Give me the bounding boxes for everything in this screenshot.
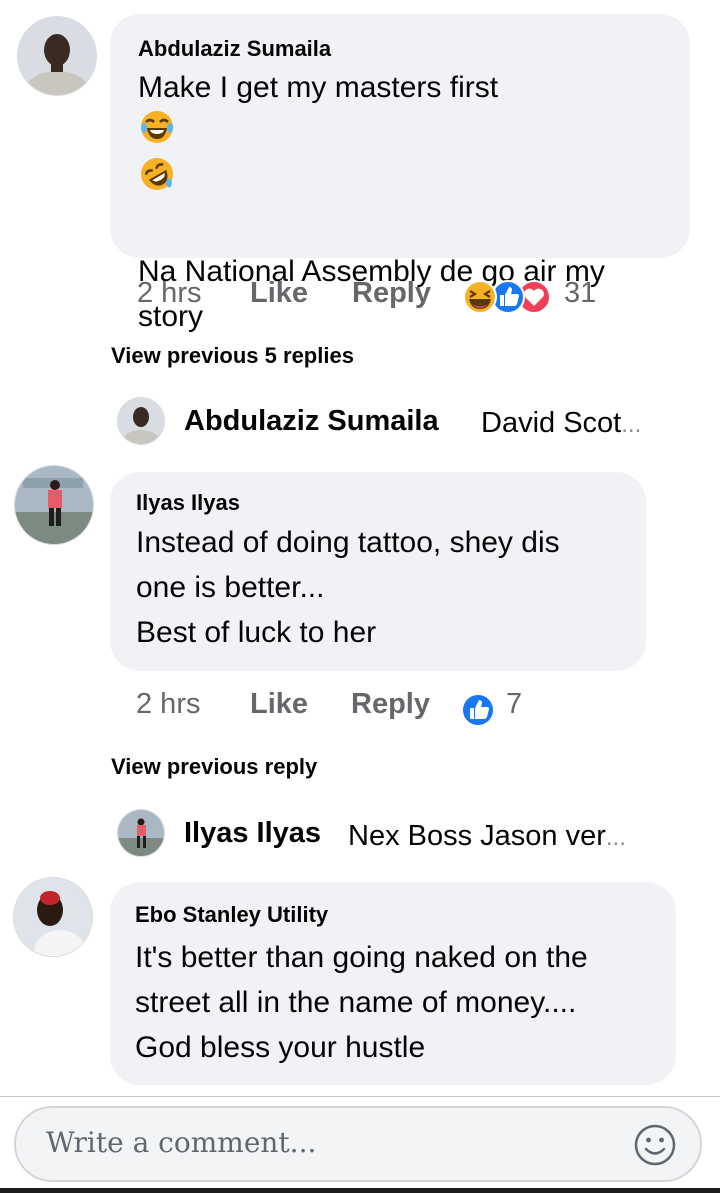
- comment-line: Make I get my masters first: [138, 71, 499, 104]
- reply-preview-author[interactable]: Abdulaziz Sumaila: [184, 405, 439, 438]
- divider: [0, 1096, 720, 1097]
- avatar[interactable]: [18, 17, 96, 95]
- laughing-emoji-icon: [140, 110, 605, 157]
- comment-text: It's better than going naked on the stre…: [135, 935, 588, 1070]
- comment-bubble[interactable]: Abdulaziz Sumaila Make I get my masters …: [110, 14, 690, 333]
- reply-button[interactable]: Reply: [351, 688, 430, 721]
- reaction-summary[interactable]: [458, 279, 554, 315]
- comment-text: Instead of doing tattoo, shey dis one is…: [136, 520, 560, 655]
- avatar[interactable]: [118, 810, 164, 856]
- comment-line: street all in the name of money....: [135, 986, 577, 1019]
- reaction-count[interactable]: 7: [506, 688, 522, 721]
- reply-preview-text[interactable]: David Scot...: [481, 407, 641, 440]
- like-button[interactable]: Like: [250, 688, 308, 721]
- view-previous-replies-link[interactable]: View previous 5 replies: [111, 343, 354, 369]
- comment-bubble[interactable]: Ilyas Ilyas Instead of doing tattoo, she…: [110, 472, 646, 671]
- comment-line: Instead of doing tattoo, shey dis: [136, 526, 560, 559]
- comment-line: [138, 204, 605, 249]
- comment-line: It's better than going naked on the: [135, 941, 588, 974]
- reply-preview-author[interactable]: Ilyas Ilyas: [184, 817, 321, 850]
- avatar[interactable]: [15, 466, 93, 544]
- comment-timestamp: 2 hrs: [136, 688, 201, 720]
- reply-preview-text[interactable]: Nex Boss Jason ver...: [348, 820, 626, 853]
- comment-input-placeholder: Write a comment...: [46, 1126, 317, 1159]
- comment-line: Best of luck to her: [136, 616, 377, 649]
- view-previous-replies-link[interactable]: View previous reply: [111, 754, 317, 780]
- avatar[interactable]: [118, 398, 164, 444]
- comment-author[interactable]: Ilyas Ilyas: [136, 490, 240, 516]
- comment-author[interactable]: Abdulaziz Sumaila: [138, 36, 331, 62]
- haha-reaction-icon: [463, 280, 497, 314]
- comment-input[interactable]: Write a comment...: [14, 1106, 702, 1182]
- comment-bubble[interactable]: Ebo Stanley Utility It's better than goi…: [110, 882, 676, 1085]
- reply-button[interactable]: Reply: [352, 277, 431, 310]
- like-reaction-icon[interactable]: [460, 692, 496, 728]
- smiley-icon[interactable]: [634, 1124, 676, 1166]
- reaction-count[interactable]: 31: [564, 277, 596, 310]
- avatar[interactable]: [14, 878, 92, 956]
- comment-author[interactable]: Ebo Stanley Utility: [135, 902, 328, 928]
- comment-line: one is better...: [136, 571, 325, 604]
- bottom-edge: [0, 1188, 720, 1193]
- comment-line: God bless your hustle: [135, 1031, 426, 1064]
- like-button[interactable]: Like: [250, 277, 308, 310]
- comment-timestamp: 2 hrs: [137, 277, 202, 309]
- rofl-emoji-icon: [140, 157, 605, 204]
